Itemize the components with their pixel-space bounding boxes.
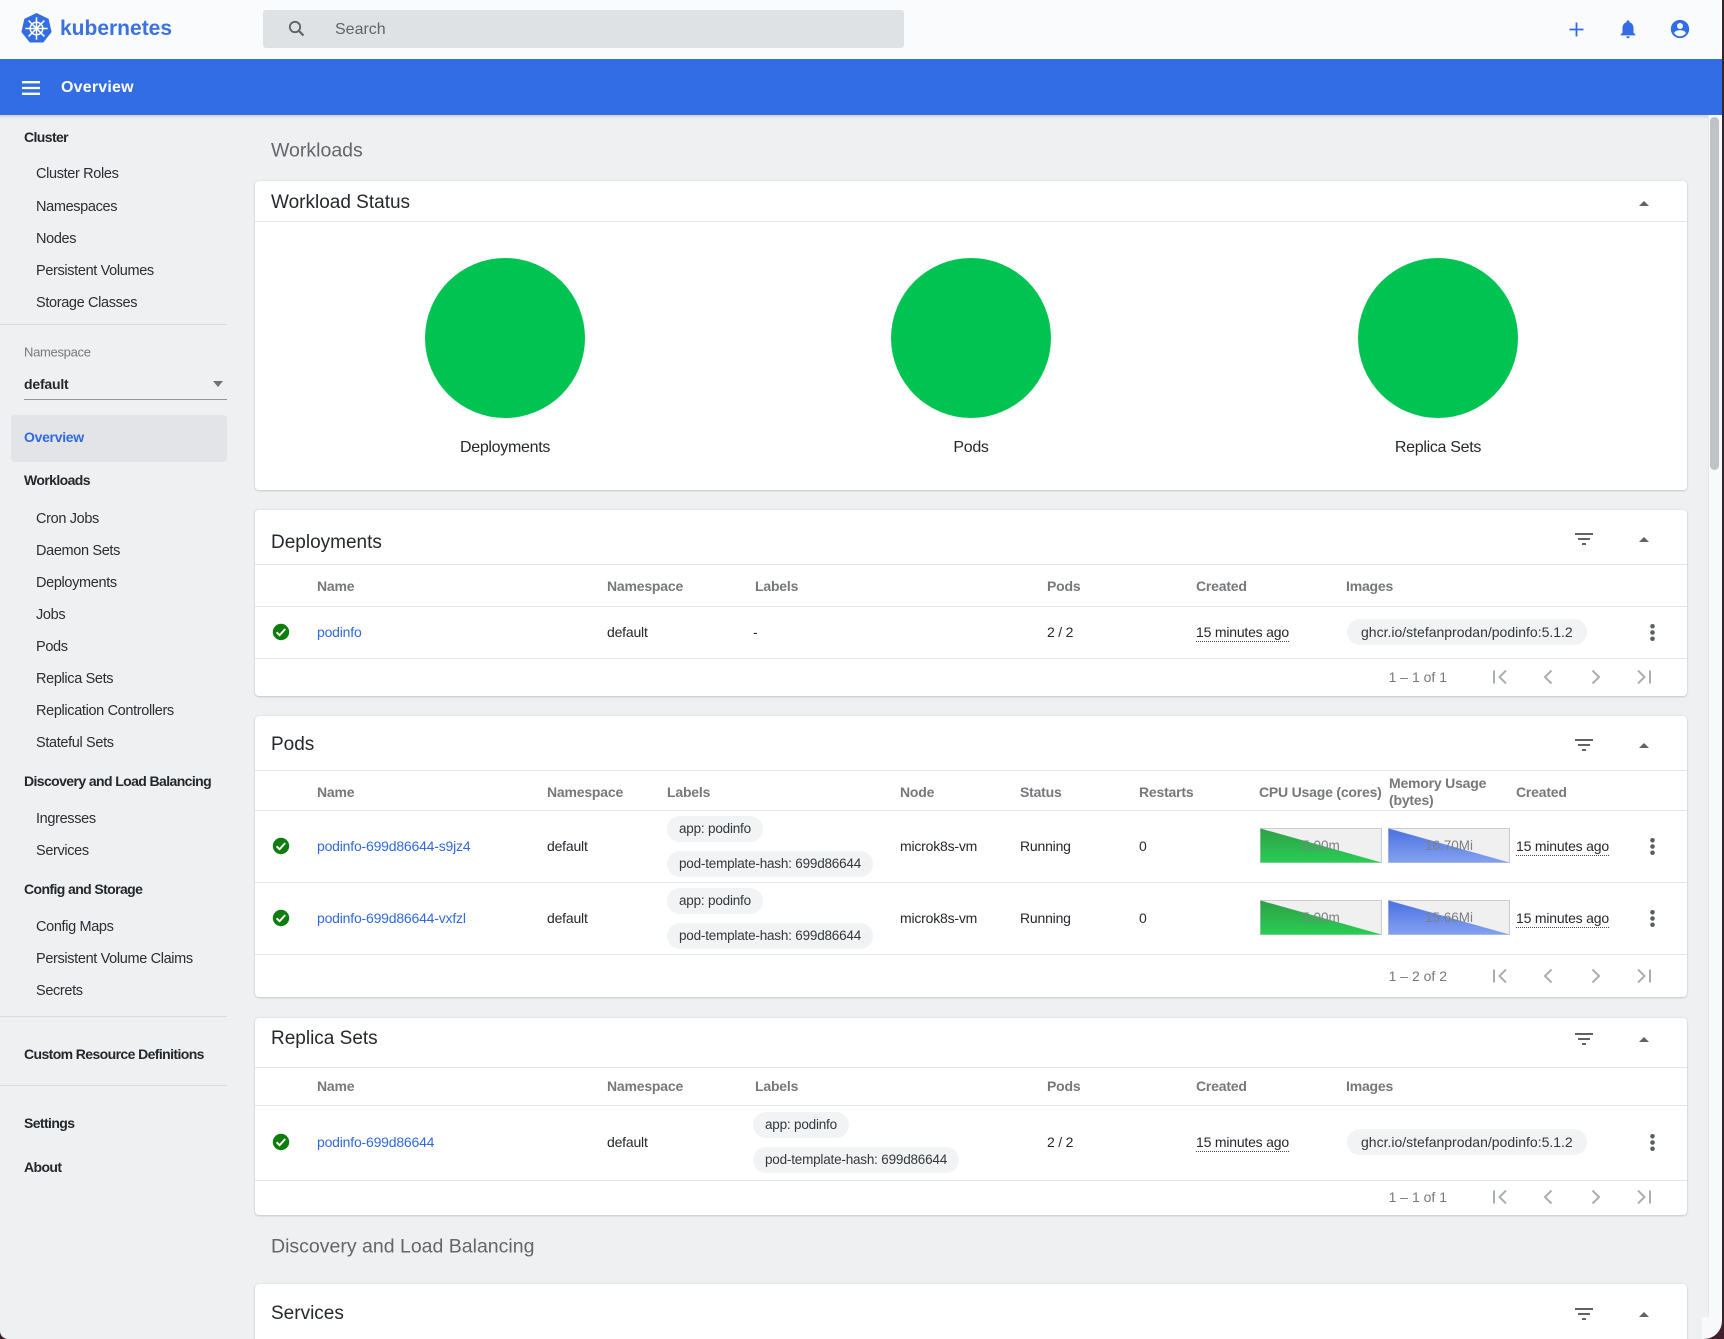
svg-text:16.70Mi: 16.70Mi [1425,838,1473,853]
svg-text:5.00m: 5.00m [1302,910,1340,925]
svg-text:15.66Mi: 15.66Mi [1425,910,1473,925]
svg-text:5.00m: 5.00m [1302,838,1340,853]
